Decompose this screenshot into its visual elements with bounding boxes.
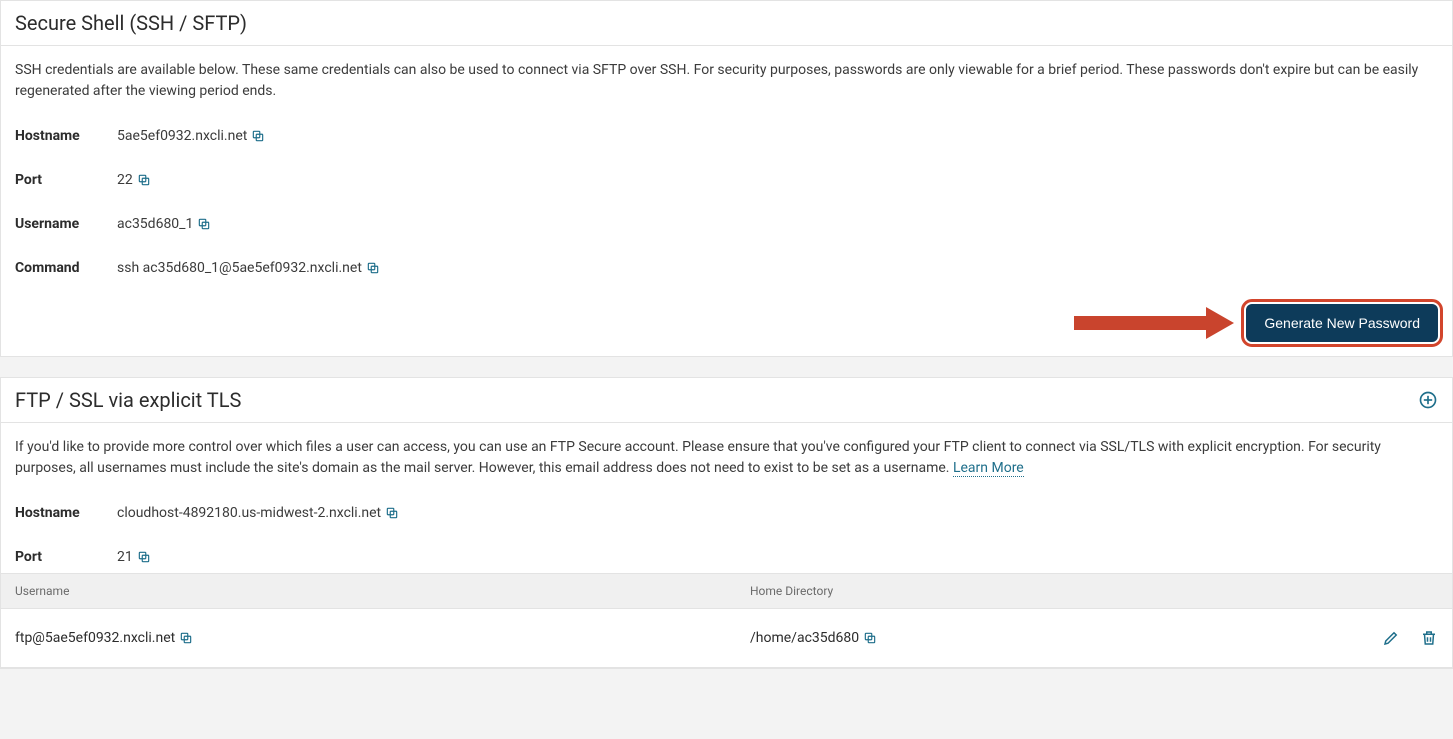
ftp-panel: FTP / SSL via explicit TLS If you'd like… xyxy=(0,377,1453,669)
ssh-port-value: 22 xyxy=(117,172,133,188)
ftp-description-text: If you'd like to provide more control ov… xyxy=(15,439,1381,476)
ssh-hostname-value: 5ae5ef0932.nxcli.net xyxy=(117,128,247,144)
ssh-command-value: ssh ac35d680_1@5ae5ef0932.nxcli.net xyxy=(117,260,362,276)
ftp-account-home: /home/ac35d680 xyxy=(750,630,859,646)
edit-icon[interactable] xyxy=(1382,629,1400,647)
ftp-panel-header: FTP / SSL via explicit TLS xyxy=(1,378,1452,423)
ftp-port-value: 21 xyxy=(117,549,133,565)
copy-icon[interactable] xyxy=(251,129,265,143)
ftp-title: FTP / SSL via explicit TLS xyxy=(15,388,241,412)
column-home-directory: Home Directory xyxy=(750,584,1358,598)
ftp-port-label: Port xyxy=(15,549,117,565)
ssh-button-row: Generate New Password xyxy=(15,304,1438,342)
ssh-title: Secure Shell (SSH / SFTP) xyxy=(15,11,247,35)
ssh-hostname-row: Hostname 5ae5ef0932.nxcli.net xyxy=(15,128,1438,144)
ssh-command-label: Command xyxy=(15,260,117,276)
ssh-panel-header: Secure Shell (SSH / SFTP) xyxy=(1,1,1452,46)
ssh-username-label: Username xyxy=(15,216,117,232)
ftp-account-row: ftp@5ae5ef0932.nxcli.net /home/ac35d680 xyxy=(1,609,1452,668)
delete-icon[interactable] xyxy=(1420,629,1438,647)
ftp-port-row: Port 21 xyxy=(15,549,1438,565)
copy-icon[interactable] xyxy=(137,173,151,187)
ftp-panel-body: If you'd like to provide more control ov… xyxy=(1,423,1452,565)
ftp-hostname-label: Hostname xyxy=(15,505,117,521)
ftp-accounts-header: Username Home Directory xyxy=(1,573,1452,609)
copy-icon[interactable] xyxy=(366,261,380,275)
ssh-hostname-label: Hostname xyxy=(15,128,117,144)
ssh-username-value: ac35d680_1 xyxy=(117,216,193,232)
column-username: Username xyxy=(15,584,750,598)
ssh-username-row: Username ac35d680_1 xyxy=(15,216,1438,232)
copy-icon[interactable] xyxy=(179,631,193,645)
copy-icon[interactable] xyxy=(137,550,151,564)
ssh-panel: Secure Shell (SSH / SFTP) SSH credential… xyxy=(0,0,1453,357)
ssh-port-label: Port xyxy=(15,172,117,188)
ssh-panel-body: SSH credentials are available below. The… xyxy=(1,46,1452,356)
learn-more-link[interactable]: Learn More xyxy=(953,460,1024,477)
annotation-arrow-icon xyxy=(1074,310,1234,336)
copy-icon[interactable] xyxy=(863,631,877,645)
ssh-description: SSH credentials are available below. The… xyxy=(15,60,1438,102)
ssh-command-row: Command ssh ac35d680_1@5ae5ef0932.nxcli.… xyxy=(15,260,1438,276)
ftp-hostname-value: cloudhost-4892180.us-midwest-2.nxcli.net xyxy=(117,505,381,521)
generate-password-button[interactable]: Generate New Password xyxy=(1246,304,1438,342)
ftp-account-username: ftp@5ae5ef0932.nxcli.net xyxy=(15,630,175,646)
ftp-description: If you'd like to provide more control ov… xyxy=(15,437,1438,479)
add-account-icon[interactable] xyxy=(1418,390,1438,410)
ftp-hostname-row: Hostname cloudhost-4892180.us-midwest-2.… xyxy=(15,505,1438,521)
copy-icon[interactable] xyxy=(385,506,399,520)
copy-icon[interactable] xyxy=(197,217,211,231)
ssh-port-row: Port 22 xyxy=(15,172,1438,188)
